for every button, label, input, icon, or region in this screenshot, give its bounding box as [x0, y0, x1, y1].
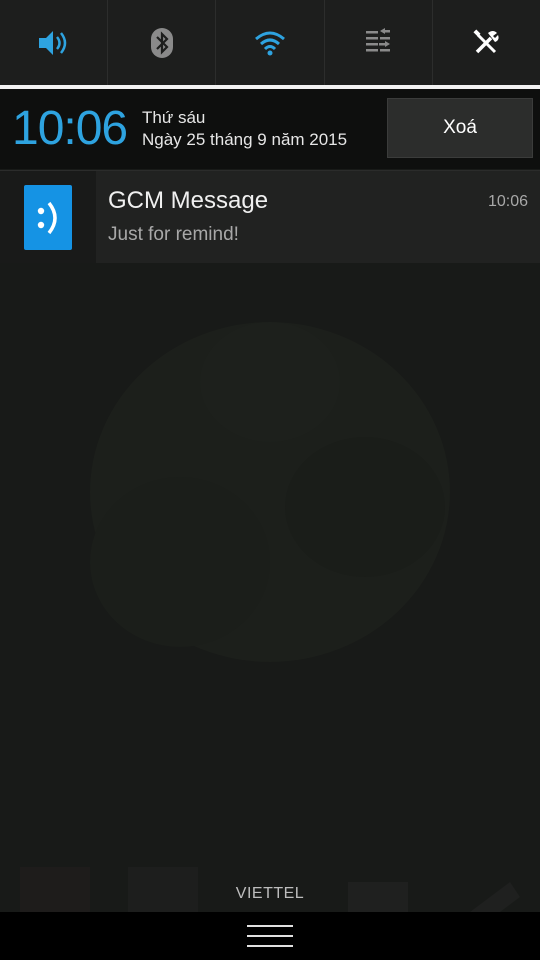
settings-tools-icon: [471, 28, 501, 58]
volume-icon: [37, 28, 71, 58]
weekday-label: Thứ sáu: [142, 108, 206, 127]
date-time-header: 10:06 Thứ sáu Ngày 25 tháng 9 năm 2015 X…: [0, 89, 540, 169]
notification-item[interactable]: GCM Message Just for remind! 10:06: [0, 170, 540, 263]
drag-handle-icon[interactable]: [247, 925, 293, 947]
clear-all-button[interactable]: Xoá: [387, 98, 533, 158]
bluetooth-toggle[interactable]: [108, 0, 217, 85]
notification-time: 10:06: [487, 193, 528, 210]
bluetooth-icon: [149, 27, 175, 59]
carrier-label: VIETTEL: [235, 885, 305, 902]
data-sync-icon: [363, 27, 393, 58]
wifi-toggle[interactable]: [216, 0, 325, 85]
notification-shade: 10:06 Thứ sáu Ngày 25 tháng 9 năm 2015 X…: [0, 0, 540, 960]
clock[interactable]: 10:06: [12, 101, 128, 157]
wallpaper-background: [0, 262, 540, 912]
data-sync-toggle[interactable]: [325, 0, 433, 85]
date-label[interactable]: Ngày 25 tháng 9 năm 2015: [142, 130, 347, 150]
smiley-face-icon: [37, 201, 57, 234]
notification-title: GCM Message: [108, 187, 269, 214]
quick-settings-bar: [0, 0, 540, 85]
volume-toggle[interactable]: [0, 0, 109, 85]
settings-button[interactable]: [433, 0, 540, 85]
wifi-icon: [253, 29, 287, 57]
shade-bottom-bar[interactable]: [0, 912, 540, 960]
notification-text: Just for remind!: [108, 224, 239, 245]
notification-icon-area: [0, 171, 96, 263]
smiley-app-icon: [24, 185, 72, 250]
